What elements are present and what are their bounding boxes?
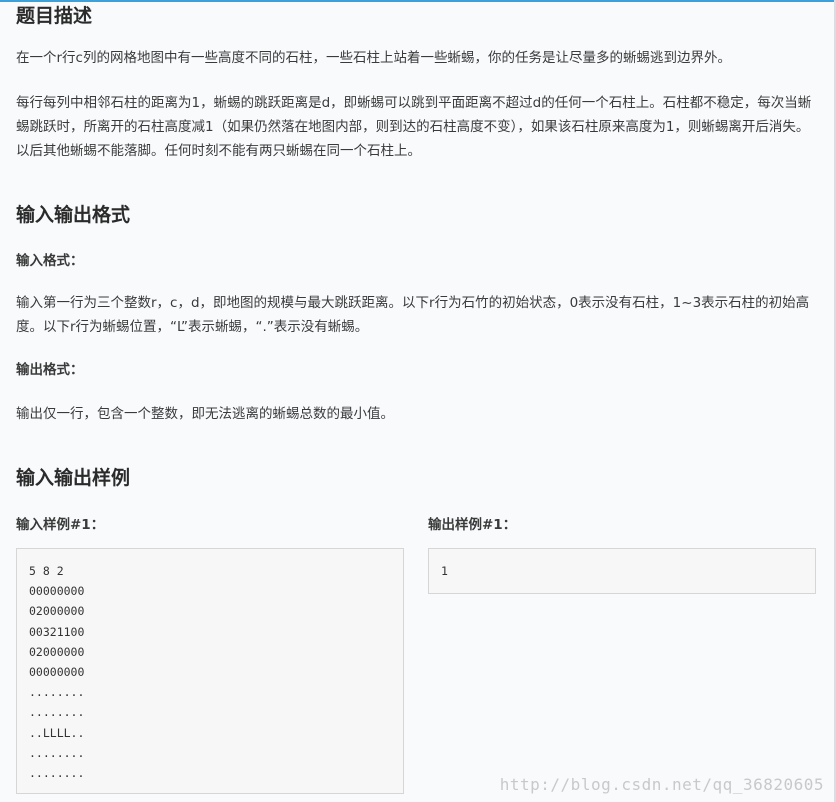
watermark: http://blog.csdn.net/qq_36820605 [499, 775, 824, 794]
description-heading: 题目描述 [16, 5, 93, 27]
io-format-heading: 输入输出格式 [16, 204, 131, 226]
top-accent-line [0, 0, 836, 2]
sample-input-box[interactable]: 5 8 2 00000000 02000000 00321100 0200000… [16, 548, 404, 794]
description-paragraph-1: 在一个r行c列的网格地图中有一些高度不同的石柱，一些石柱上站着一些蜥蜴，你的任务… [16, 50, 731, 66]
sample-output-code: 1 [441, 564, 448, 578]
output-format-text: 输出仅一行，包含一个整数，即无法逃离的蜥蜴总数的最小值。 [16, 406, 394, 422]
sample-output-label: 输出样例#1： [428, 517, 517, 533]
input-format-label: 输入格式： [16, 253, 84, 269]
output-format-label: 输出格式： [16, 362, 84, 378]
samples-heading: 输入输出样例 [16, 467, 131, 489]
sample-input-code: 5 8 2 00000000 02000000 00321100 0200000… [29, 564, 85, 781]
sample-input-label: 输入样例#1： [16, 517, 105, 533]
input-format-text: 输入第一行为三个整数r，c，d，即地图的规模与最大跳跃距离。以下r行为石竹的初始… [16, 295, 810, 335]
sample-output-box[interactable]: 1 [428, 548, 816, 594]
description-paragraph-2: 每行每列中相邻石柱的距离为1，蜥蜴的跳跃距离是d，即蜥蜴可以跳到平面距离不超过d… [16, 95, 812, 159]
